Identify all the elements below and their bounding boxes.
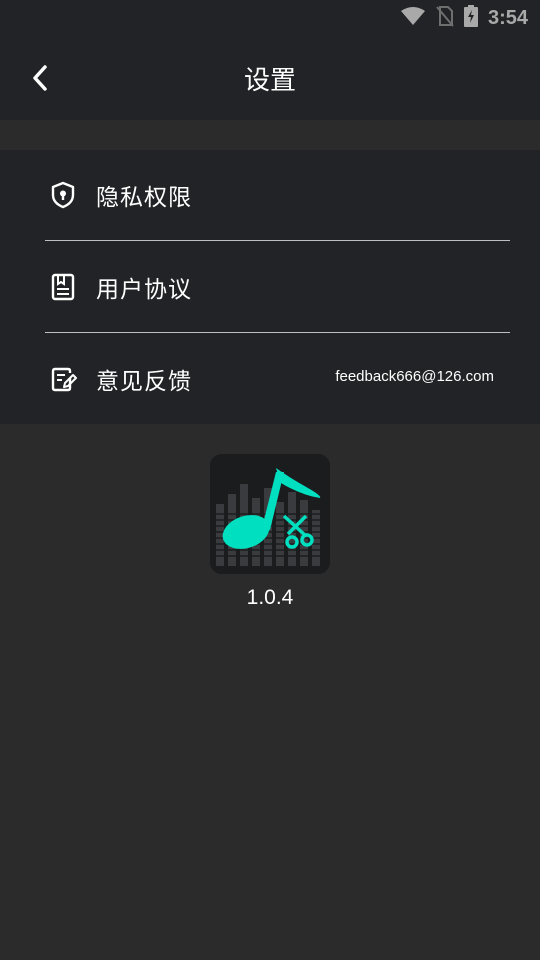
divider bbox=[45, 332, 510, 333]
user-agreement-label: 用户协议 bbox=[96, 277, 192, 303]
music-note-scissors-icon bbox=[210, 454, 330, 574]
user-agreement-item[interactable]: 用户协议 bbox=[0, 242, 540, 332]
status-time: 3:54 bbox=[487, 6, 528, 29]
battery-charging-icon bbox=[463, 5, 478, 31]
privacy-permissions-item[interactable]: 隐私权限 bbox=[0, 150, 540, 240]
settings-list: 隐私权限 用户协议 意见反馈 feedback666@126.com bbox=[0, 150, 540, 424]
feedback-item[interactable]: 意见反馈 feedback666@126.com bbox=[0, 334, 540, 424]
feedback-label: 意见反馈 bbox=[96, 369, 192, 395]
document-icon bbox=[48, 272, 78, 302]
page-title: 设置 bbox=[243, 66, 296, 96]
divider bbox=[45, 240, 510, 241]
privacy-permissions-label: 隐私权限 bbox=[96, 185, 192, 211]
status-bar: 3:54 bbox=[0, 0, 540, 36]
feedback-edit-icon bbox=[48, 364, 78, 394]
wifi-icon bbox=[400, 6, 426, 30]
status-icons: 3:54 bbox=[400, 4, 528, 32]
feedback-email[interactable]: feedback666@126.com bbox=[335, 368, 494, 385]
settings-screen: 3:54 设置 隐私权限 用户协议 意见反馈 feedback666@126.c… bbox=[0, 0, 540, 960]
no-sim-icon bbox=[436, 5, 454, 31]
app-logo bbox=[210, 454, 330, 574]
shield-lock-icon bbox=[48, 180, 78, 210]
header-bar: 设置 bbox=[0, 36, 540, 120]
app-version: 1.0.4 bbox=[246, 586, 294, 609]
